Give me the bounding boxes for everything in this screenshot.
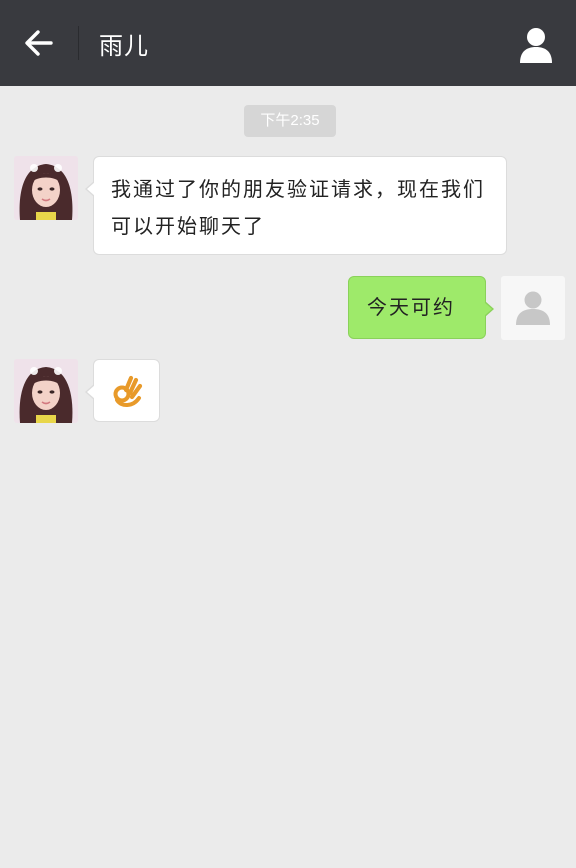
incoming-message-bubble[interactable]: 我通过了你的朋友验证请求，现在我们可以开始聊天了 (85, 156, 507, 255)
message-text: 我通过了你的朋友验证请求，现在我们可以开始聊天了 (111, 177, 485, 238)
default-user-avatar-icon (516, 291, 550, 325)
outgoing-message-bubble[interactable]: 今天可约 (348, 276, 494, 339)
contact-avatar[interactable] (14, 359, 78, 423)
chat-header: 雨儿 (0, 0, 576, 86)
contact-avatar-image (14, 359, 78, 423)
chat-screen: 雨儿 下午2:35 我通过了你的朋友验证请求，现在我们可以开始聊天了 今天可约 (0, 0, 576, 868)
person-icon (520, 28, 552, 63)
contact-avatar[interactable] (14, 156, 78, 220)
header-divider (78, 26, 79, 60)
contact-profile-button[interactable] (518, 26, 554, 64)
message-text: 今天可约 (367, 295, 455, 319)
ok-hand-icon (113, 375, 143, 407)
incoming-emoji-bubble[interactable] (85, 359, 160, 422)
arrow-left-icon (25, 30, 53, 56)
chat-title: 雨儿 (99, 31, 149, 60)
contact-avatar-image (14, 156, 78, 220)
user-avatar[interactable] (501, 276, 565, 340)
back-button[interactable] (0, 0, 78, 86)
message-timestamp: 下午2:35 (244, 105, 336, 137)
